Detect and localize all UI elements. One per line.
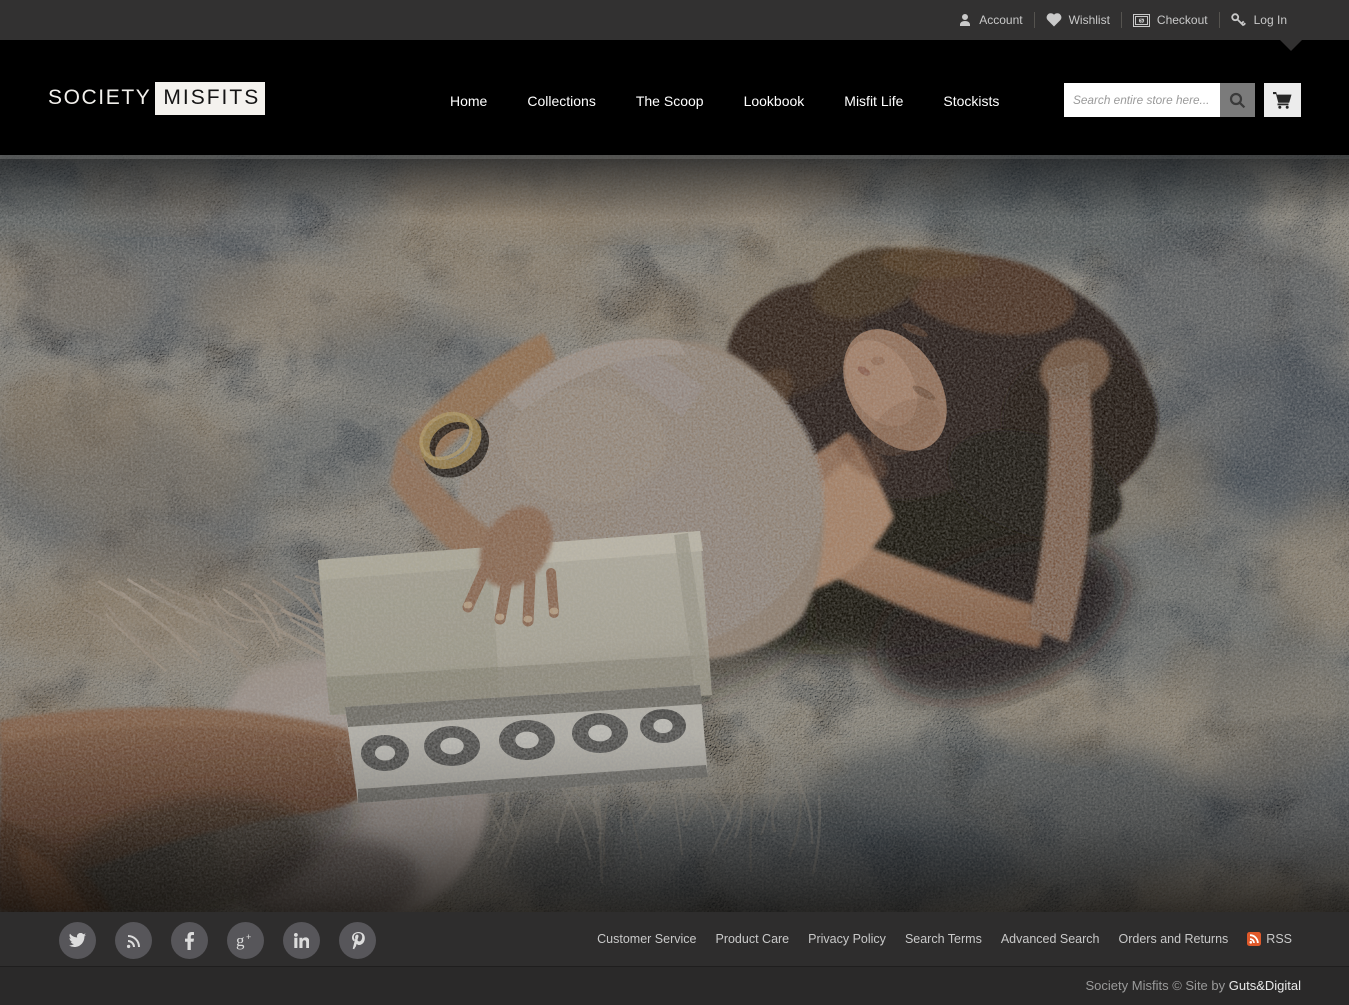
svg-text:g: g bbox=[236, 932, 245, 950]
svg-text:+: + bbox=[246, 932, 251, 942]
